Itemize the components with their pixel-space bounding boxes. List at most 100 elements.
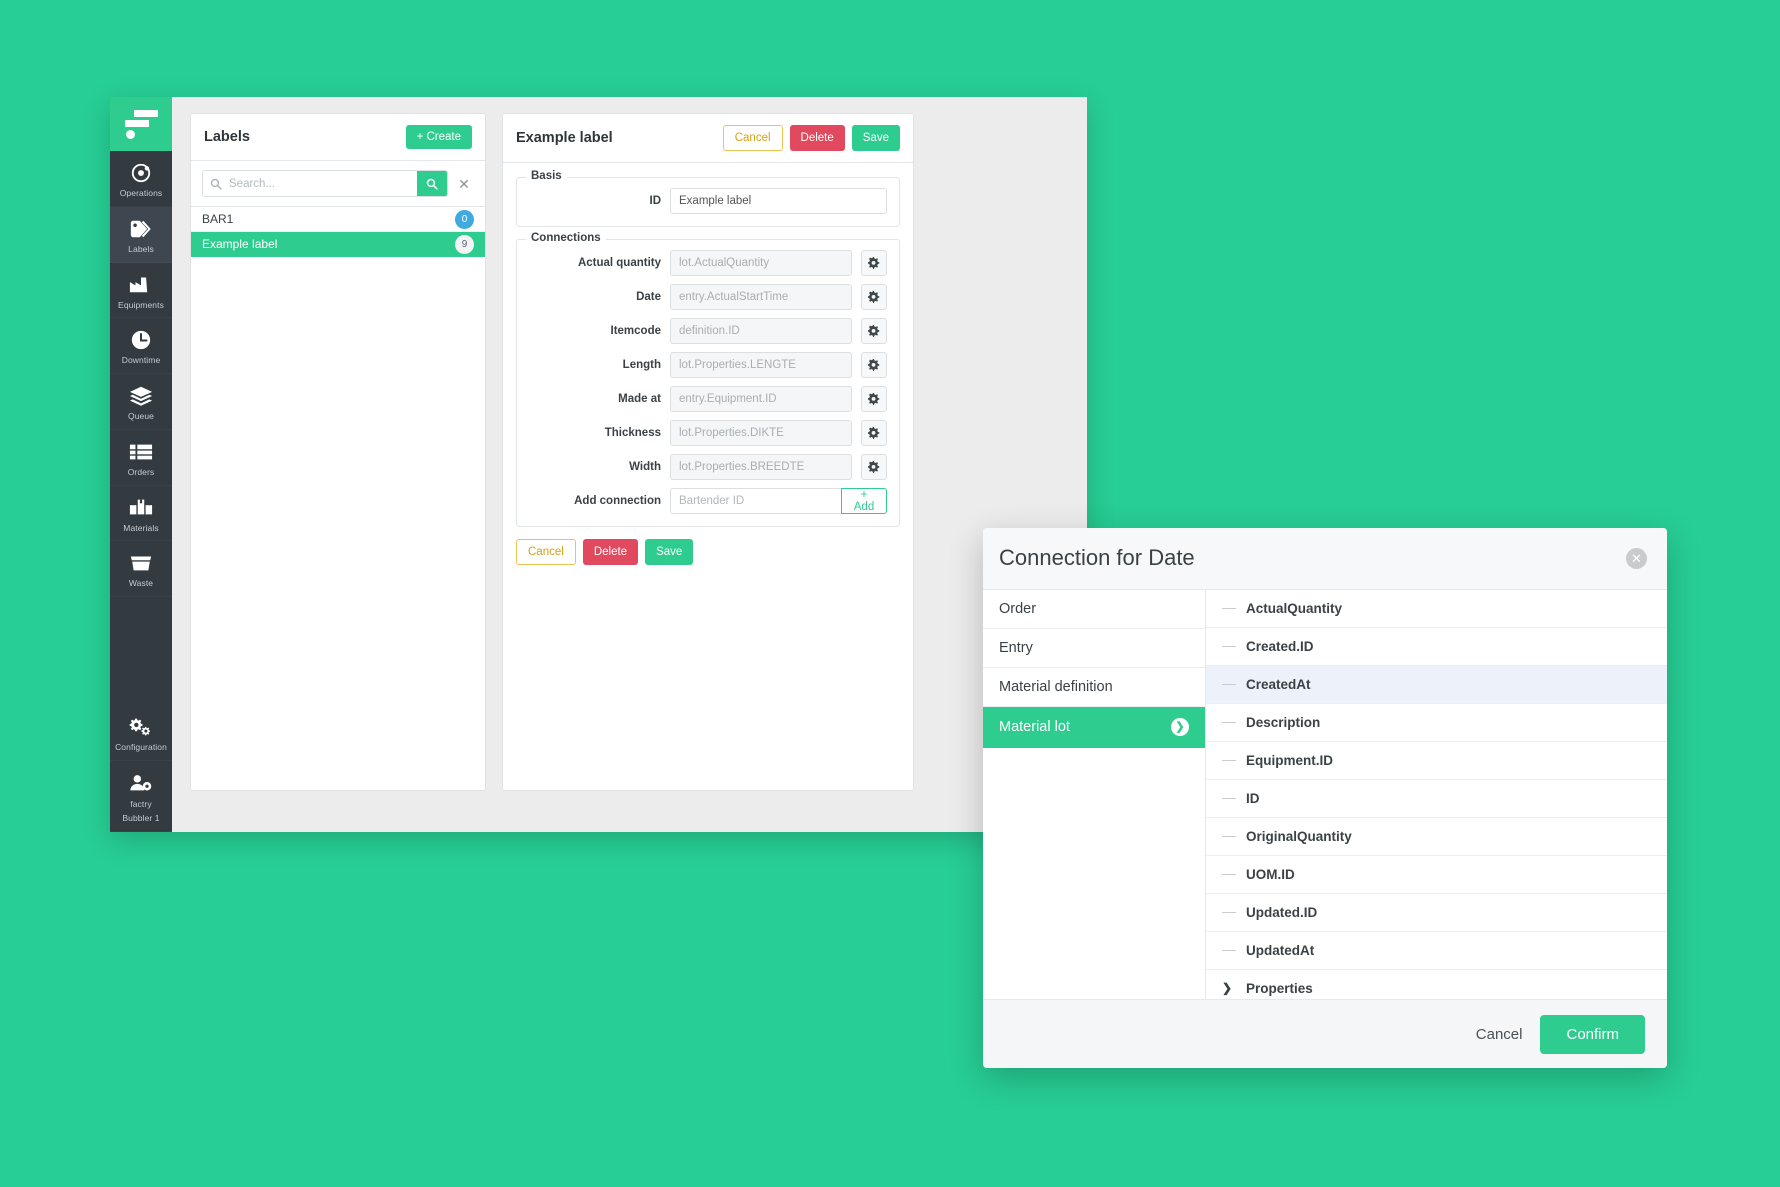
modal-confirm-button[interactable]: Confirm xyxy=(1540,1014,1645,1054)
labels-panel: Labels + Create ✕ BAR1 0 xyxy=(190,113,486,791)
modal-property-item[interactable]: Description xyxy=(1206,704,1667,742)
connection-label: Thickness xyxy=(604,427,661,439)
modal-property-item[interactable]: UpdatedAt xyxy=(1206,932,1667,970)
factory-icon xyxy=(112,272,170,297)
add-connection-input[interactable] xyxy=(670,488,841,514)
close-icon[interactable]: ✕ xyxy=(1626,547,1647,569)
sidebar-label: Materials xyxy=(123,522,159,533)
logo-bar-middle xyxy=(125,119,149,127)
modal-source-material-lot[interactable]: Material lot ❯ xyxy=(983,706,1205,748)
modal-footer: Cancel Confirm xyxy=(983,999,1667,1068)
modal-cancel-button[interactable]: Cancel xyxy=(1476,1026,1523,1043)
delete-button[interactable]: Delete xyxy=(789,125,845,151)
sidebar-item-materials[interactable]: Materials xyxy=(110,486,172,542)
sidebar-item-queue[interactable]: Queue xyxy=(110,374,172,430)
gear-icon[interactable] xyxy=(861,454,887,480)
app-window: Operations Labels Equipments Downtime Qu xyxy=(110,97,1087,832)
tag-icon xyxy=(112,216,170,241)
modal-property-item[interactable]: OriginalQuantity xyxy=(1206,818,1667,856)
tree-dash-icon xyxy=(1222,911,1236,913)
gear-icon[interactable] xyxy=(861,250,887,276)
modal-property-item[interactable]: Created.ID xyxy=(1206,628,1667,666)
search-row: ✕ xyxy=(191,161,485,207)
create-label-button[interactable]: + Create xyxy=(405,125,472,149)
detail-title: Example label xyxy=(516,130,613,146)
modal-property-label: Equipment.ID xyxy=(1246,752,1333,768)
sidebar-item-labels[interactable]: Labels xyxy=(110,206,172,263)
tree-dash-icon xyxy=(1222,721,1236,723)
gear-icon[interactable] xyxy=(861,284,887,310)
connection-row: Made at xyxy=(529,386,887,412)
modal-body: Order Entry Material definition Material… xyxy=(983,589,1667,1000)
logo-dot xyxy=(125,129,135,139)
gear-icon[interactable] xyxy=(861,386,887,412)
sidebar-item-operations[interactable]: Operations xyxy=(110,151,172,207)
tree-dash-icon xyxy=(1222,607,1236,609)
detail-panel-header: Example label Cancel Delete Save xyxy=(503,114,913,163)
sidebar-item-waste[interactable]: Waste xyxy=(110,541,172,597)
clock-icon xyxy=(112,327,170,352)
gear-icon[interactable] xyxy=(861,318,887,344)
modal-source-entry[interactable]: Entry xyxy=(983,629,1205,668)
gear-icon[interactable] xyxy=(861,352,887,378)
close-icon[interactable]: ✕ xyxy=(454,177,474,191)
sidebar: Operations Labels Equipments Downtime Qu xyxy=(110,97,172,832)
modal-header: Connection for Date ✕ xyxy=(983,528,1667,590)
save-button-footer[interactable]: Save xyxy=(645,539,694,565)
trash-icon xyxy=(112,550,170,575)
page-title: Labels xyxy=(204,129,250,145)
sidebar-label-line2: Bubbler 1 xyxy=(122,813,160,824)
connection-value-field[interactable] xyxy=(670,352,852,378)
connection-row: Itemcode xyxy=(529,318,887,344)
modal-source-list: Order Entry Material definition Material… xyxy=(983,589,1206,1000)
modal-property-item[interactable]: CreatedAt xyxy=(1206,665,1667,704)
modal-source-order[interactable]: Order xyxy=(983,590,1205,629)
chevron-right-icon: ❯ xyxy=(1171,717,1189,736)
connection-value-field[interactable] xyxy=(670,454,852,480)
tree-dash-icon xyxy=(1222,645,1236,647)
id-field[interactable] xyxy=(670,188,887,214)
sidebar-item-equipments[interactable]: Equipments xyxy=(110,263,172,319)
cancel-button-footer[interactable]: Cancel xyxy=(516,539,576,565)
modal-property-item[interactable]: ActualQuantity xyxy=(1206,590,1667,628)
modal-title: Connection for Date xyxy=(999,545,1195,571)
modal-property-label: UOM.ID xyxy=(1246,866,1295,882)
gear-icon[interactable] xyxy=(861,420,887,446)
connection-value-field[interactable] xyxy=(670,284,852,310)
delete-button-footer[interactable]: Delete xyxy=(582,539,639,565)
sidebar-label-line1: factry xyxy=(130,798,152,809)
tree-dash-icon xyxy=(1222,873,1236,875)
connection-value-field[interactable] xyxy=(670,420,852,446)
sidebar-item-downtime[interactable]: Downtime xyxy=(110,318,172,374)
connection-value-field[interactable] xyxy=(670,386,852,412)
detail-footer-buttons: Cancel Delete Save xyxy=(503,539,913,565)
basis-legend: Basis xyxy=(526,170,567,182)
app-logo[interactable] xyxy=(110,97,172,151)
list-item[interactable]: Example label 9 xyxy=(191,232,485,257)
sidebar-item-configuration[interactable]: Configuration xyxy=(110,705,172,761)
search-field-wrapper[interactable] xyxy=(202,170,448,197)
boxes-icon xyxy=(112,495,170,520)
basis-fieldset: Basis ID xyxy=(516,170,900,227)
list-item[interactable]: BAR1 0 xyxy=(191,207,485,232)
labels-panel-header: Labels + Create xyxy=(191,114,485,161)
modal-property-item-expandable[interactable]: ❯ Properties xyxy=(1206,970,1667,1000)
sidebar-item-orders[interactable]: Orders xyxy=(110,430,172,486)
modal-property-item[interactable]: Updated.ID xyxy=(1206,894,1667,932)
add-connection-button[interactable]: + Add xyxy=(841,488,887,514)
connection-value-field[interactable] xyxy=(670,250,852,276)
connection-value-field[interactable] xyxy=(670,318,852,344)
modal-property-label: Description xyxy=(1246,714,1321,730)
search-submit-button[interactable] xyxy=(417,171,447,196)
modal-property-item[interactable]: Equipment.ID xyxy=(1206,742,1667,780)
cancel-button[interactable]: Cancel xyxy=(722,125,783,151)
status-badge: 0 xyxy=(455,209,474,229)
status-badge: 9 xyxy=(455,234,474,254)
search-input[interactable] xyxy=(229,171,417,196)
modal-property-item[interactable]: UOM.ID xyxy=(1206,856,1667,894)
sidebar-item-user[interactable]: factry Bubbler 1 xyxy=(110,761,172,832)
save-button[interactable]: Save xyxy=(851,125,900,151)
gears-icon xyxy=(112,714,170,739)
modal-property-item[interactable]: ID xyxy=(1206,780,1667,818)
modal-source-material-definition[interactable]: Material definition xyxy=(983,668,1205,707)
